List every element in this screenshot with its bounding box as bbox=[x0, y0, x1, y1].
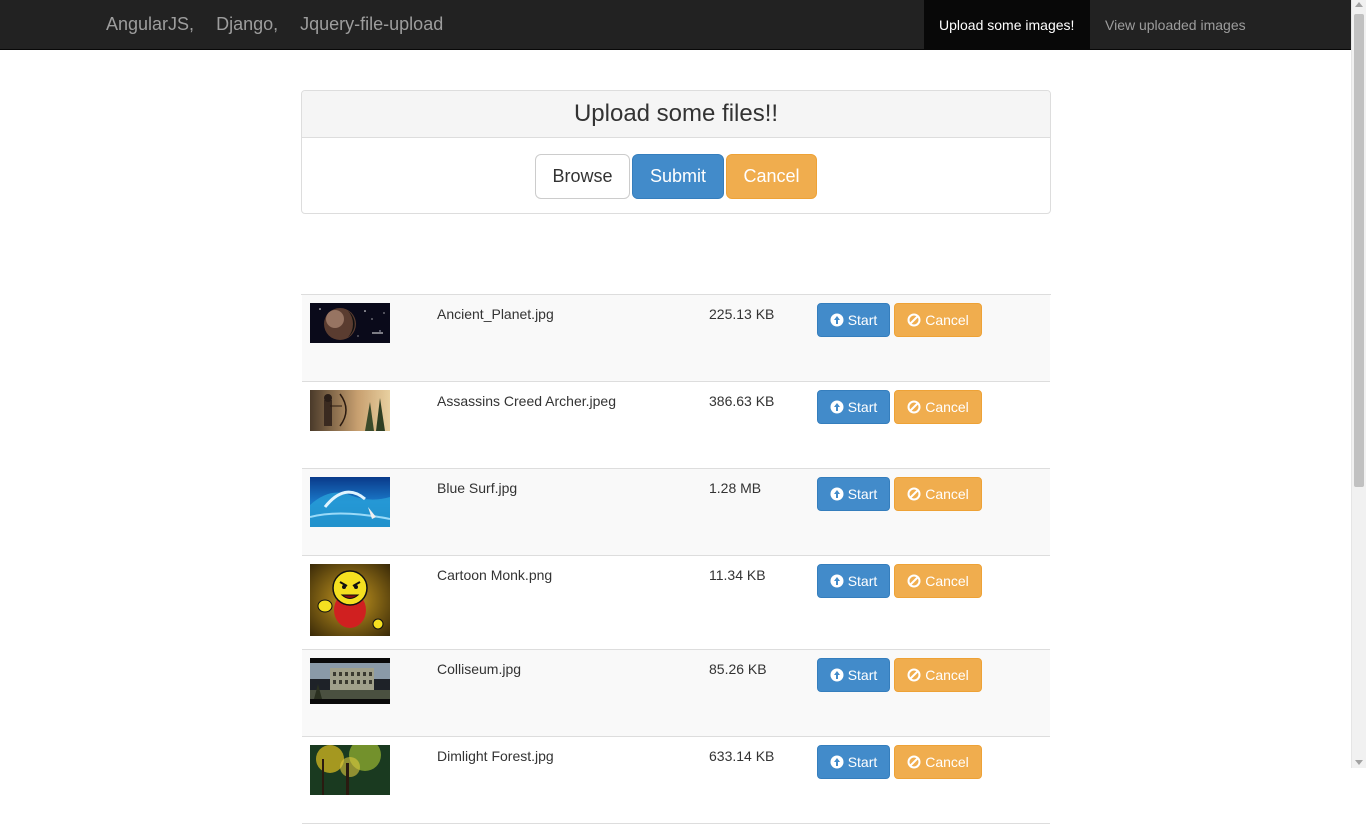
file-name: Assassins Creed Archer.jpeg bbox=[437, 393, 616, 409]
table-row: Ancient_Planet.jpg 225.13 KB Start Cance… bbox=[302, 295, 1050, 382]
file-size: 633.14 KB bbox=[709, 748, 775, 764]
file-size: 11.34 KB bbox=[709, 567, 766, 583]
start-button[interactable]: Start bbox=[817, 745, 890, 779]
upload-panel: Upload some files!! Browse Submit Cancel bbox=[301, 90, 1051, 214]
cancel-button[interactable]: Cancel bbox=[894, 390, 982, 424]
panel-body: Browse Submit Cancel bbox=[302, 138, 1050, 213]
circle-arrow-up-icon bbox=[830, 313, 844, 327]
start-button[interactable]: Start bbox=[817, 390, 890, 424]
file-name: Dimlight Forest.jpg bbox=[437, 748, 554, 764]
start-label: Start bbox=[847, 486, 878, 502]
monk-thumbnail bbox=[310, 564, 390, 636]
ban-circle-icon bbox=[907, 574, 921, 588]
cancel-button[interactable]: Cancel bbox=[894, 303, 982, 337]
nav-view-uploaded-images[interactable]: View uploaded images bbox=[1090, 0, 1261, 50]
ban-circle-icon bbox=[907, 400, 921, 414]
brand-angularjs: AngularJS, bbox=[106, 14, 195, 34]
cancel-button[interactable]: Cancel bbox=[894, 745, 982, 779]
nav-upload-images[interactable]: Upload some images! bbox=[924, 0, 1090, 50]
scroll-down-arrow-icon[interactable] bbox=[1355, 760, 1363, 765]
start-label: Start bbox=[847, 312, 878, 328]
file-name: Blue Surf.jpg bbox=[437, 480, 518, 496]
start-label: Start bbox=[847, 667, 878, 683]
circle-arrow-up-icon bbox=[830, 574, 844, 588]
brand-django: Django, bbox=[216, 14, 279, 34]
ban-circle-icon bbox=[907, 487, 921, 501]
ban-circle-icon bbox=[907, 313, 921, 327]
table-row: Dimlight Forest.jpg 633.14 KB Start Canc… bbox=[302, 737, 1050, 824]
start-label: Start bbox=[847, 573, 878, 589]
colliseum-thumbnail bbox=[310, 658, 390, 704]
surf-thumbnail bbox=[310, 477, 390, 527]
panel-title: Upload some files!! bbox=[302, 91, 1050, 138]
cancel-button[interactable]: Cancel bbox=[894, 477, 982, 511]
forest-thumbnail bbox=[310, 745, 390, 795]
cancel-all-button[interactable]: Cancel bbox=[726, 154, 817, 199]
file-size: 386.63 KB bbox=[709, 393, 775, 409]
cancel-label: Cancel bbox=[925, 399, 969, 415]
cancel-label: Cancel bbox=[925, 486, 969, 502]
start-button[interactable]: Start bbox=[817, 477, 890, 511]
file-name: Cartoon Monk.png bbox=[437, 567, 553, 583]
navbar: AngularJS, Django, Jquery-file-upload Up… bbox=[0, 0, 1351, 50]
submit-button[interactable]: Submit bbox=[632, 154, 724, 199]
file-list: Ancient_Planet.jpg 225.13 KB Start Cance… bbox=[301, 294, 1051, 824]
start-label: Start bbox=[847, 399, 878, 415]
archer-thumbnail bbox=[310, 390, 390, 431]
scrollbar-thumb[interactable] bbox=[1354, 14, 1364, 487]
cancel-label: Cancel bbox=[925, 667, 969, 683]
file-size: 85.26 KB bbox=[709, 661, 767, 677]
ban-circle-icon bbox=[907, 668, 921, 682]
planet-thumbnail bbox=[310, 303, 390, 343]
navbar-brand[interactable]: AngularJS, Django, Jquery-file-upload bbox=[106, 14, 460, 35]
table-row: Blue Surf.jpg 1.28 MB Start Cancel bbox=[302, 469, 1050, 556]
cancel-button[interactable]: Cancel bbox=[894, 658, 982, 692]
cancel-button[interactable]: Cancel bbox=[894, 564, 982, 598]
start-button[interactable]: Start bbox=[817, 564, 890, 598]
vertical-scrollbar[interactable] bbox=[1351, 0, 1366, 768]
start-button[interactable]: Start bbox=[817, 658, 890, 692]
circle-arrow-up-icon bbox=[830, 755, 844, 769]
browse-button[interactable]: Browse bbox=[535, 154, 630, 199]
file-name: Colliseum.jpg bbox=[437, 661, 522, 677]
circle-arrow-up-icon bbox=[830, 668, 844, 682]
start-button[interactable]: Start bbox=[817, 303, 890, 337]
cancel-label: Cancel bbox=[925, 573, 969, 589]
file-size: 1.28 MB bbox=[709, 480, 762, 496]
brand-jquery-file-upload: Jquery-file-upload bbox=[300, 14, 444, 34]
file-name: Ancient_Planet.jpg bbox=[437, 306, 554, 322]
cancel-label: Cancel bbox=[925, 312, 969, 328]
ban-circle-icon bbox=[907, 755, 921, 769]
circle-arrow-up-icon bbox=[830, 487, 844, 501]
table-row: Colliseum.jpg 85.26 KB Start Cancel bbox=[302, 650, 1050, 737]
table-row: Assassins Creed Archer.jpeg 386.63 KB St… bbox=[302, 382, 1050, 469]
scroll-up-arrow-icon[interactable] bbox=[1355, 2, 1363, 7]
circle-arrow-up-icon bbox=[830, 400, 844, 414]
file-size: 225.13 KB bbox=[709, 306, 775, 322]
table-row: Cartoon Monk.png 11.34 KB Start Cancel bbox=[302, 556, 1050, 650]
